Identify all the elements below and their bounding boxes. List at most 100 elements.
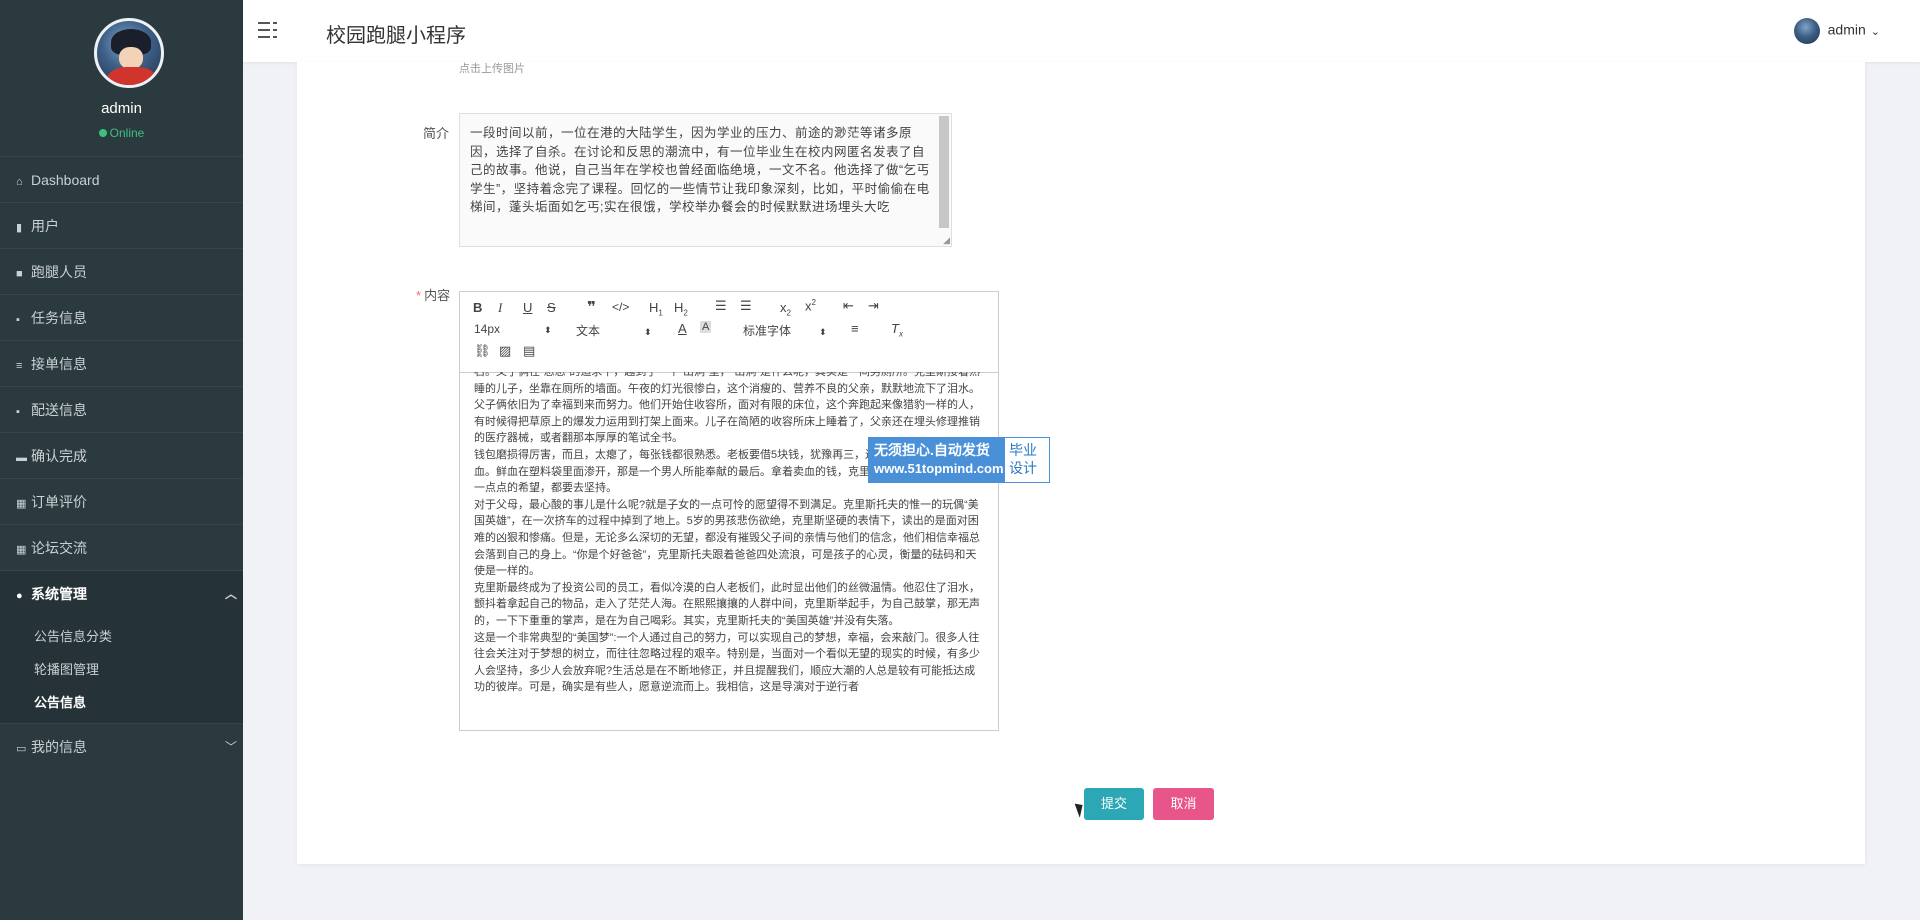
sidebar-item-tasks[interactable]: ▪ 任务信息	[0, 294, 243, 340]
watermark-line2: www.51topmind.com	[874, 461, 1004, 476]
font-color-icon[interactable]: A	[678, 321, 687, 336]
document-icon: ▪	[16, 406, 20, 418]
sidebar-item-label: 我的信息	[31, 739, 87, 755]
chevron-down-icon: ⌄	[1870, 25, 1880, 38]
sidebar-item-reviews[interactable]: ▦ 订单评价	[0, 478, 243, 524]
subscript-icon[interactable]: x2	[780, 300, 791, 318]
content-paragraph: 这是一个非常典型的“美国梦”:一个人通过自己的努力，可以实现自己的梦想，幸福，会…	[474, 631, 980, 694]
truck-icon: ■	[16, 268, 23, 280]
intro-textarea[interactable]: 一段时间以前，一位在港的大陆学生，因为学业的压力、前途的渺茫等诸多原因，选择了自…	[459, 113, 952, 247]
sliders-icon: ≡	[16, 360, 23, 372]
card-icon: ▭	[16, 743, 27, 755]
superscript-icon[interactable]: x2	[805, 298, 816, 313]
indent-icon[interactable]: ⇥	[868, 298, 879, 314]
sidebar-item-forum[interactable]: ▦ 论坛交流	[0, 524, 243, 570]
sidebar-item-label: Dashboard	[31, 172, 100, 188]
content-paragraph: 石。父子俩在“忍忍”的追求下，越到了一个“山洞”里，“山洞”是什么呢，其实是一间…	[474, 372, 980, 395]
editor-content-text: 石。父子俩在“忍忍”的追求下，越到了一个“山洞”里，“山洞”是什么呢，其实是一间…	[474, 372, 986, 696]
user-avatar[interactable]	[94, 18, 164, 88]
bar-chart-icon: ▮	[16, 222, 23, 234]
watermark-right: 毕业设计	[1009, 442, 1037, 476]
content-label: * 内容	[416, 288, 451, 303]
submit-button[interactable]: 提交	[1084, 788, 1144, 820]
link-icon[interactable]: ⛓	[474, 343, 491, 359]
underline-icon[interactable]: U	[523, 300, 532, 315]
sidebar-item-label: 跑腿人员	[31, 264, 87, 280]
online-dot-icon	[98, 129, 107, 137]
bullet-list-icon[interactable]: ☰	[740, 298, 752, 314]
sidebar-username: admin	[101, 100, 142, 117]
sidebar-item-runners[interactable]: ■ 跑腿人员	[0, 248, 243, 294]
upload-hint[interactable]: 点击上传图片	[459, 60, 525, 76]
intro-label: 简介	[423, 126, 450, 141]
clear-format-icon[interactable]: Tx	[891, 321, 903, 339]
avatar-shirt	[107, 67, 157, 85]
watermark-left: 无须担心.自动发货 www.51topmind.com	[869, 438, 1005, 482]
file-icon: ▪	[16, 314, 20, 326]
image-icon[interactable]: ▨	[499, 343, 511, 359]
sidebar-item-users[interactable]: ▮ 用户	[0, 202, 243, 248]
home-icon: ⌂	[16, 176, 23, 188]
heading2-icon[interactable]: H2	[674, 300, 688, 318]
sidebar-item-system[interactable]: ● 系统管理 ︿	[0, 570, 243, 616]
select-arrows-icon: ⬍	[544, 325, 552, 335]
sidebar-item-delivery[interactable]: ▪ 配送信息	[0, 386, 243, 432]
sidebar-item-label: 论坛交流	[31, 540, 87, 556]
avatar-face	[119, 47, 143, 69]
menu-toggle-icon[interactable]	[258, 20, 278, 40]
sidebar-item-label: 配送信息	[31, 402, 87, 418]
resize-handle-icon[interactable]: ◢	[943, 236, 950, 245]
watermark-badge: 无须担心.自动发货 www.51topmind.com 毕业设计	[868, 437, 1050, 483]
chevron-up-icon: ︿	[224, 587, 237, 601]
select-arrows-icon: ⬍	[644, 327, 652, 337]
editor-content[interactable]: 石。父子俩在“忍忍”的追求下，越到了一个“山洞”里，“山洞”是什么呢，其实是一间…	[460, 372, 998, 730]
sidebar-subitem-notice[interactable]: 公告信息	[0, 686, 243, 719]
sidebar-subitem-carousel[interactable]: 轮播图管理	[0, 653, 243, 686]
align-icon[interactable]: ≡	[851, 321, 859, 336]
sidebar-item-label: 订单评价	[31, 494, 87, 510]
blockquote-icon[interactable]: ❞	[587, 298, 596, 316]
sidebar-item-label: 接单信息	[31, 356, 87, 372]
sidebar-submenu-list: 公告信息分类 轮播图管理 公告信息	[0, 616, 243, 723]
sidebar-item-confirm[interactable]: ▬ 确认完成	[0, 432, 243, 478]
intro-text: 一段时间以前，一位在港的大陆学生，因为学业的压力、前途的渺茫等诸多原因，选择了自…	[470, 126, 930, 214]
font-size-select[interactable]: 14px ⬍	[474, 322, 552, 336]
textarea-scrollbar[interactable]	[939, 116, 949, 228]
header-username: admin	[1827, 21, 1866, 38]
select-arrows-icon: ⬍	[819, 327, 827, 337]
sidebar: admin Online ⌂ Dashboard ▮ 用户 ■ 跑腿人员 ▪ 任务信息 …	[0, 0, 243, 920]
ordered-list-icon[interactable]: ☰	[715, 298, 727, 314]
heading1-icon[interactable]: H1	[649, 300, 663, 318]
text-type-select[interactable]: 文本 ⬍	[576, 322, 652, 339]
sidebar-item-label: 任务信息	[31, 310, 87, 326]
video-icon[interactable]: ▤	[523, 343, 535, 359]
grid-icon: ▦	[16, 544, 27, 556]
chevron-down-icon: ﹀	[224, 740, 237, 754]
top-header: 校园跑腿小程序 admin ⌄	[243, 0, 1920, 62]
content-paragraph: 克里斯最终成为了投资公司的员工，看似冷漠的白人老板们，此时显出他们的丝微温情。他…	[474, 581, 980, 627]
editor-toolbar: B I U S ❞ </> H1 H2 ☰ ☰ x2 x2 ⇤ ⇥ 14px ⬍ …	[460, 292, 998, 373]
cancel-button[interactable]: 取消	[1153, 788, 1214, 820]
sidebar-item-label: 用户	[31, 218, 59, 234]
background-color-icon[interactable]: A	[700, 321, 712, 333]
user-menu[interactable]: admin ⌄	[1793, 18, 1880, 44]
grid-icon: ▦	[16, 498, 27, 510]
outdent-icon[interactable]: ⇤	[843, 298, 854, 314]
watermark-line1: 无须担心.自动发货	[874, 442, 990, 458]
sidebar-item-dashboard[interactable]: ⌂ Dashboard	[0, 156, 243, 202]
rich-text-editor[interactable]: B I U S ❞ </> H1 H2 ☰ ☰ x2 x2 ⇤ ⇥ 14px ⬍ …	[459, 291, 999, 731]
user-icon: ●	[16, 590, 23, 602]
inbox-icon: ▬	[16, 452, 27, 464]
bold-icon[interactable]: B	[473, 300, 482, 315]
online-status-label: Online	[109, 126, 145, 140]
sidebar-item-orders-taken[interactable]: ≡ 接单信息	[0, 340, 243, 386]
sidebar-item-my-info[interactable]: ▭ 我的信息 ﹀	[0, 723, 243, 769]
content-paragraph: 对于父母，最心酸的事儿是什么呢?就是子女的一点可怜的愿望得不到满足。克里斯托夫的…	[474, 498, 980, 578]
strike-icon[interactable]: S	[547, 300, 556, 315]
sidebar-subitem-notice-category[interactable]: 公告信息分类	[0, 620, 243, 653]
sidebar-item-label: 系统管理	[31, 586, 87, 602]
sidebar-submenu: 公告信息分类 轮播图管理 公告信息	[0, 616, 243, 723]
italic-icon[interactable]: I	[498, 300, 502, 316]
font-family-select[interactable]: 标准字体 ⬍	[743, 322, 827, 339]
code-icon[interactable]: </>	[612, 300, 629, 314]
